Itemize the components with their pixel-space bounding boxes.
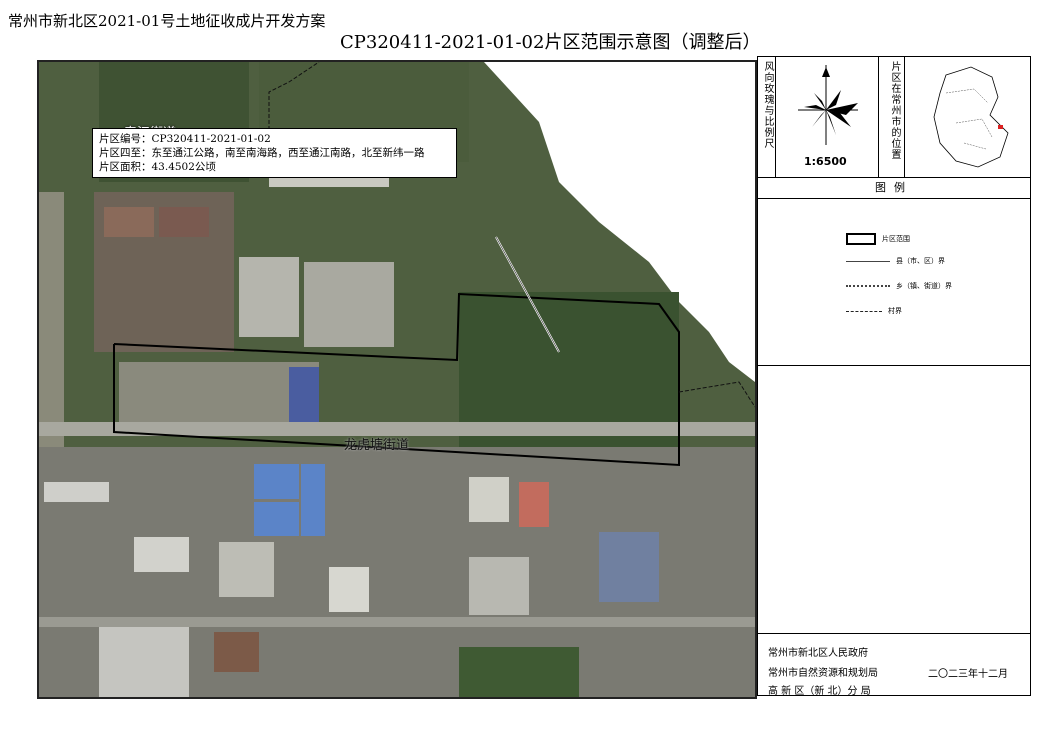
- village-line-sample: [846, 310, 882, 312]
- panel-divider: [758, 365, 1030, 366]
- panel-divider: [904, 57, 905, 177]
- location-inset-map: [933, 66, 1009, 168]
- issuer-bureau: 常州市自然资源和规划局: [768, 668, 878, 679]
- parcel-swatch: [846, 233, 876, 245]
- legend-item-parcel: 片区范围: [846, 233, 910, 245]
- issuer-block: 常州市新北区人民政府 常州市自然资源和规划局 高 新 区（新 北）分 局 二〇二…: [758, 633, 1030, 697]
- scale-ratio: 1:6500: [804, 155, 847, 168]
- issuer-branch: 高 新 区（新 北）分 局: [768, 686, 871, 697]
- parcel-id-text: 片区编号：CP320411-2021-01-02: [99, 133, 271, 145]
- legend-item-county: 县（市、区）界: [846, 256, 945, 266]
- map-side-panel: 风向玫瑰与比例尺 1:6500 片区在常州市的位置 图例 片区范围 县（市、区）…: [757, 56, 1031, 697]
- issuer-government: 常州市新北区人民政府: [768, 648, 868, 659]
- document-title: 常州市新北区2021-01号土地征收成片开发方案: [8, 12, 326, 30]
- north-scale-label: 风向玫瑰与比例尺: [762, 61, 773, 149]
- panel-divider: [878, 57, 879, 177]
- street-label-longhutang: 龙虎塘街道: [344, 438, 410, 453]
- issue-date: 二〇二三年十二月: [928, 669, 1008, 680]
- legend-label: 片区范围: [882, 235, 910, 243]
- legend-label: 村界: [888, 307, 902, 315]
- parcel-area-text: 片区面积：43.4502公顷: [99, 161, 216, 173]
- parcel-boundary-text: 片区四至：东至通江公路，南至南海路，西至通江南路，北至新纬一路: [99, 147, 425, 159]
- map-title: CP320411-2021-01-02片区范围示意图（调整后）: [340, 32, 761, 53]
- parcel-info-box: 片区编号：CP320411-2021-01-02 片区四至：东至通江公路，南至南…: [92, 128, 457, 178]
- panel-divider: [775, 57, 776, 177]
- county-line-sample: [846, 260, 890, 262]
- compass-rose-icon: [798, 65, 858, 145]
- legend-item-village: 村界: [846, 306, 902, 316]
- legend-label: 乡（镇、街道）界: [896, 282, 952, 290]
- legend-label: 县（市、区）界: [896, 257, 945, 265]
- legend-title: 图例: [758, 177, 1030, 199]
- town-line-sample: [846, 285, 890, 287]
- location-label: 片区在常州市的位置: [889, 61, 900, 160]
- legend-item-town: 乡（镇、街道）界: [846, 281, 952, 291]
